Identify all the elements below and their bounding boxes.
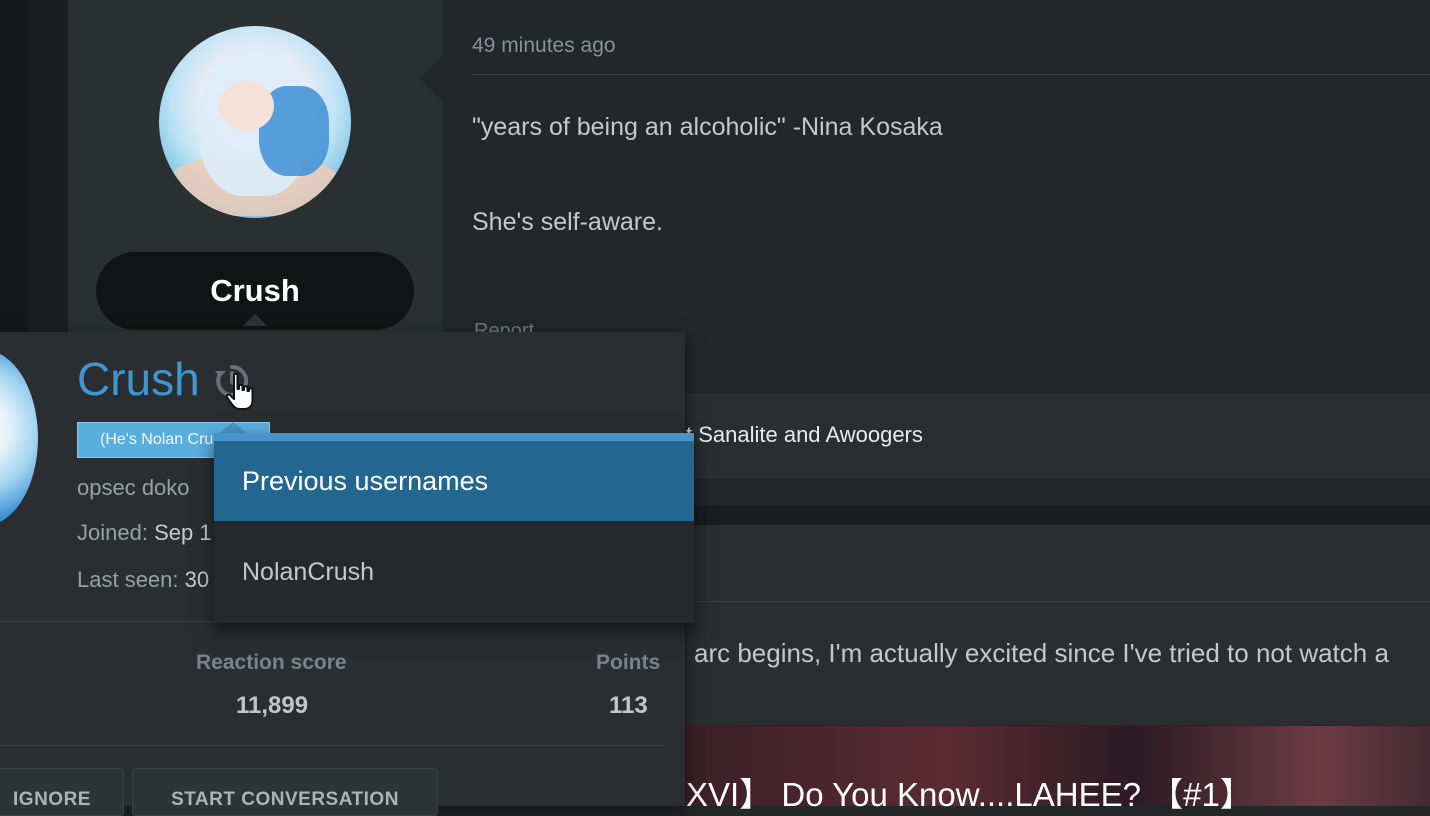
reaction-score-label: Reaction score xyxy=(196,651,347,674)
post-text-line: arc begins, I'm actually excited since I… xyxy=(694,638,1389,668)
last-seen-label: Last seen: xyxy=(77,567,179,592)
tooltip-title: Previous usernames xyxy=(214,433,694,521)
hand-pointer-icon xyxy=(225,372,254,410)
user-avatar[interactable] xyxy=(159,26,351,218)
post-divider xyxy=(472,74,1430,75)
previous-username: NolanCrush xyxy=(242,558,375,586)
points-value[interactable]: 113 xyxy=(609,692,648,720)
joined-row: Joined: Sep 1 xyxy=(77,520,212,546)
card-username[interactable]: Crush xyxy=(77,352,200,406)
post-arrow xyxy=(420,55,444,103)
post-divider xyxy=(686,601,1430,602)
reaction-score-value[interactable]: 11,899 xyxy=(236,692,308,720)
start-conversation-button[interactable]: START CONVERSATION xyxy=(132,768,438,816)
post-text-line: She's self-aware. xyxy=(472,208,663,236)
signature-text: t Sanalite and Awoogers xyxy=(686,422,923,447)
next-post xyxy=(686,525,1430,725)
custom-title: opsec doko xyxy=(77,475,190,500)
video-embed-title[interactable]: XVI】 Do You Know....LAHEE? 【#1】 xyxy=(686,768,1253,816)
joined-label: Joined: xyxy=(77,520,148,545)
joined-value: Sep 1 xyxy=(154,520,212,545)
card-divider xyxy=(0,745,665,746)
last-seen-value: 30 xyxy=(184,567,210,592)
points-label: Points xyxy=(596,651,661,674)
post-timestamp[interactable]: 49 minutes ago xyxy=(472,34,616,58)
post-text-line: "years of being an alcoholic" -Nina Kosa… xyxy=(472,113,943,141)
ignore-button[interactable]: IGNORE xyxy=(0,768,124,816)
card-pointer xyxy=(243,314,267,326)
last-seen-row: Last seen: 30 xyxy=(77,567,209,593)
post-separator xyxy=(686,505,1430,525)
